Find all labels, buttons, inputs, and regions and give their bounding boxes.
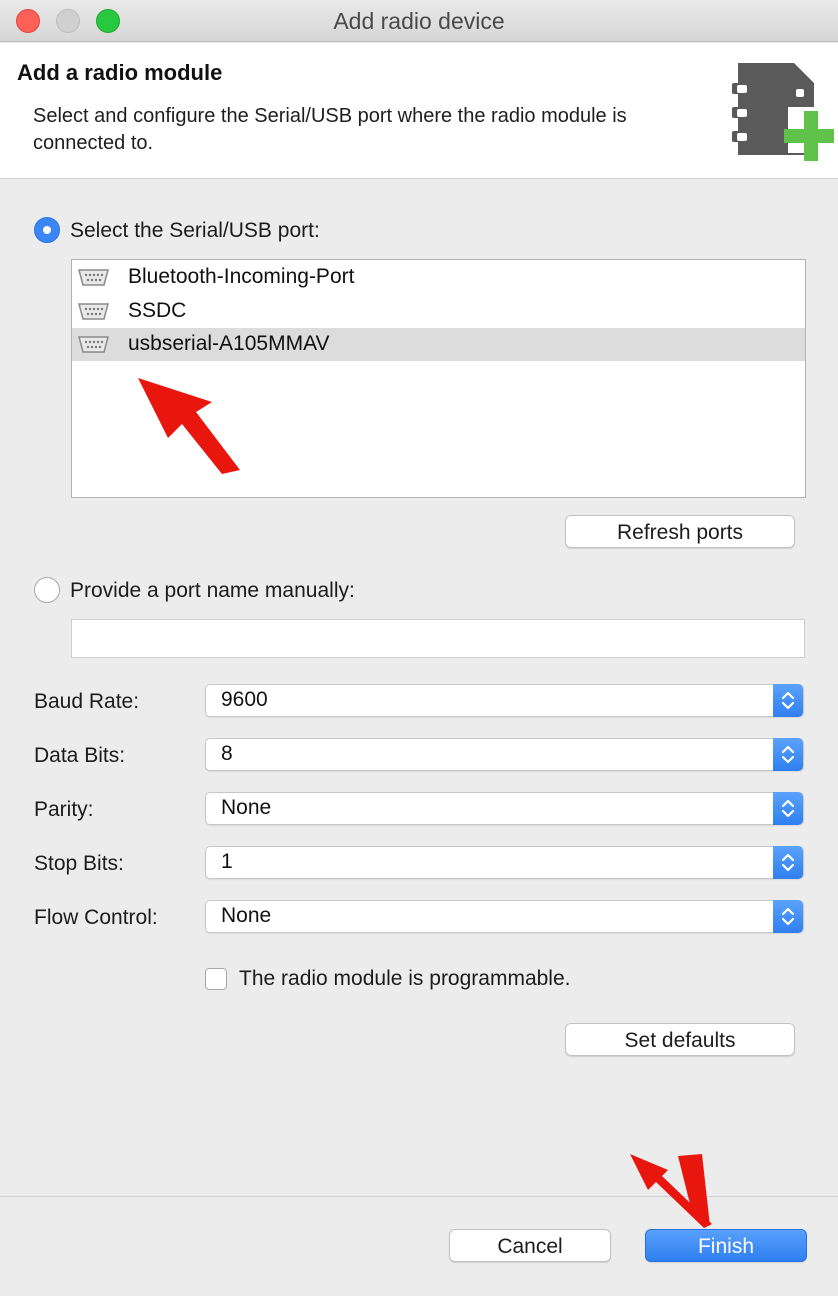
parity-value: None bbox=[221, 796, 272, 819]
flow-control-label: Flow Control: bbox=[34, 906, 158, 929]
chevron-up-down-icon bbox=[773, 792, 803, 825]
finish-button[interactable]: Finish bbox=[645, 1229, 807, 1262]
chevron-up-down-icon bbox=[773, 900, 803, 933]
port-name: Bluetooth-Incoming-Port bbox=[128, 265, 355, 288]
flow-control-select[interactable]: None bbox=[205, 900, 804, 933]
data-bits-select[interactable]: 8 bbox=[205, 738, 804, 771]
page-title: Add a radio module bbox=[17, 60, 223, 85]
port-list-item[interactable]: SSDC bbox=[72, 295, 805, 328]
baud-rate-value: 9600 bbox=[221, 688, 268, 711]
baud-rate-select[interactable]: 9600 bbox=[205, 684, 804, 717]
chevron-up-down-icon bbox=[773, 738, 803, 771]
port-name: usbserial-A105MMAV bbox=[128, 332, 330, 355]
port-name: SSDC bbox=[128, 299, 187, 322]
set-defaults-button[interactable]: Set defaults bbox=[565, 1023, 795, 1056]
wizard-header: Add a radio module Select and configure … bbox=[0, 43, 838, 179]
stop-bits-value: 1 bbox=[221, 850, 233, 873]
chevron-up-down-icon bbox=[773, 846, 803, 879]
window-title: Add radio device bbox=[333, 8, 505, 34]
title-bar: Add radio device bbox=[0, 0, 838, 42]
page-description: Select and configure the Serial/USB port… bbox=[33, 105, 627, 154]
data-bits-value: 8 bbox=[221, 742, 233, 765]
annotation-arrow-icon bbox=[138, 378, 240, 474]
serial-port-icon bbox=[78, 336, 109, 353]
programmable-checkbox-label: The radio module is programmable. bbox=[239, 967, 571, 990]
programmable-checkbox[interactable] bbox=[205, 968, 227, 990]
serial-port-icon bbox=[78, 269, 109, 286]
annotation-arrow-icon bbox=[630, 1154, 712, 1228]
serial-port-radio[interactable] bbox=[34, 217, 60, 243]
manual-port-radio[interactable] bbox=[34, 577, 60, 603]
data-bits-label: Data Bits: bbox=[34, 744, 126, 767]
port-list-item-selected[interactable]: usbserial-A105MMAV bbox=[72, 328, 805, 361]
flow-control-value: None bbox=[221, 904, 272, 927]
serial-port-icon bbox=[78, 303, 109, 320]
baud-rate-label: Baud Rate: bbox=[34, 690, 140, 713]
manual-port-radio-label: Provide a port name manually: bbox=[70, 579, 355, 602]
cancel-button[interactable]: Cancel bbox=[449, 1229, 611, 1262]
stop-bits-select[interactable]: 1 bbox=[205, 846, 804, 879]
port-list-item[interactable]: Bluetooth-Incoming-Port bbox=[72, 261, 805, 294]
parity-label: Parity: bbox=[34, 798, 94, 821]
refresh-ports-button[interactable]: Refresh ports bbox=[565, 515, 795, 548]
stop-bits-label: Stop Bits: bbox=[34, 852, 124, 875]
serial-port-radio-label: Select the Serial/USB port: bbox=[70, 219, 320, 242]
manual-port-input[interactable] bbox=[71, 619, 805, 658]
radio-module-add-icon bbox=[732, 63, 834, 161]
chevron-up-down-icon bbox=[773, 684, 803, 717]
parity-select[interactable]: None bbox=[205, 792, 804, 825]
